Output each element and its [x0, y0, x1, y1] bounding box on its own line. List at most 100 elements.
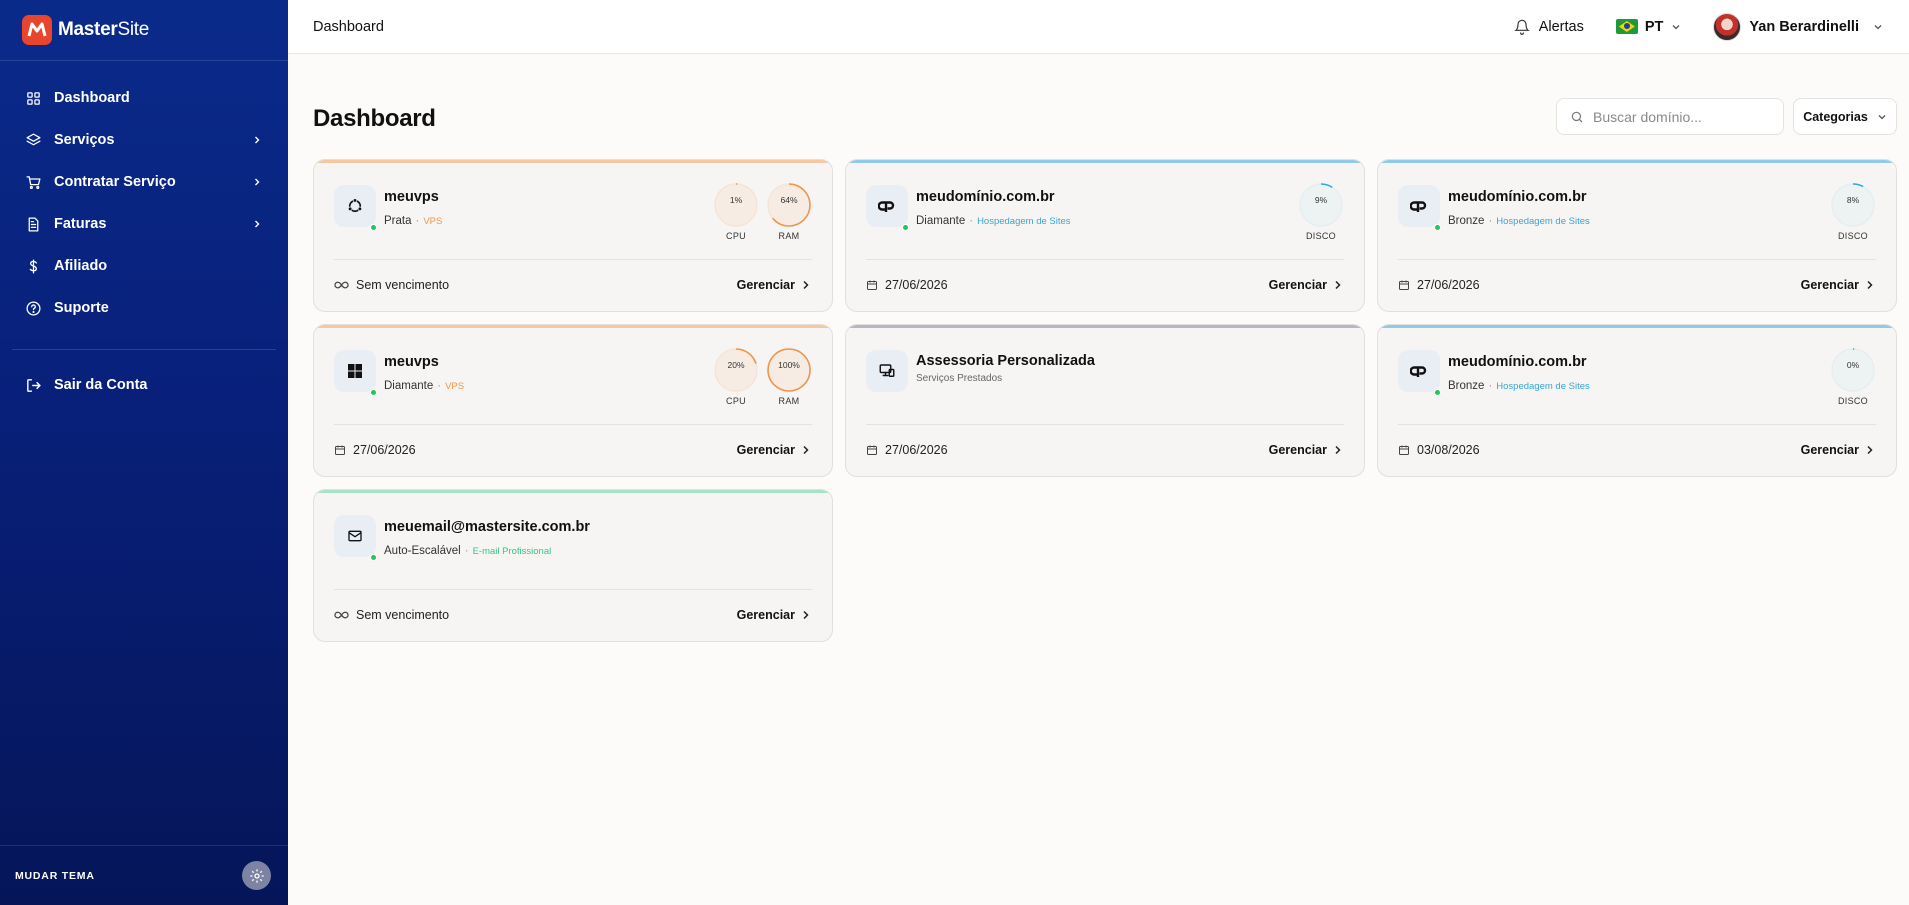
categories-dropdown[interactable]: Categorias: [1793, 98, 1897, 135]
search-input[interactable]: [1593, 108, 1773, 125]
dollar-icon: [24, 257, 42, 275]
page-title: Dashboard: [313, 105, 436, 132]
manage-label: Gerenciar: [736, 278, 795, 292]
expiry-text: Sem vencimento: [356, 608, 450, 622]
alerts-button[interactable]: Alertas: [1513, 18, 1584, 35]
service-icon-box: [1398, 185, 1440, 227]
service-category: Hospedagem de Sites: [1496, 215, 1590, 227]
manage-label: Gerenciar: [1268, 278, 1327, 292]
sidebar-item-suporte[interactable]: Suporte: [0, 287, 288, 329]
sidebar-item-label: Contratar Serviço: [54, 174, 176, 190]
top-bar: Dashboard Alertas PT Yan Berardinelli: [288, 0, 1909, 54]
chevron-right-icon: [1335, 280, 1341, 290]
manage-button[interactable]: Gerenciar: [737, 608, 810, 622]
sidebar-item-dashboard[interactable]: Dashboard: [0, 77, 288, 119]
sidebar-item-label: Suporte: [54, 300, 109, 316]
theme-toggle-button[interactable]: [242, 861, 271, 890]
service-expiry: Sem vencimento: [334, 278, 449, 292]
service-name: meudomínio.com.br: [1448, 354, 1587, 370]
logout-link[interactable]: Sair da Conta: [0, 364, 288, 406]
categories-label: Categorias: [1803, 109, 1868, 124]
manage-button[interactable]: Gerenciar: [1801, 443, 1874, 457]
usage-gauge-disco: 0% DISCO: [1830, 347, 1876, 406]
gauge-label: CPU: [726, 396, 746, 406]
gauge-ring: [1831, 348, 1875, 392]
manage-button[interactable]: Gerenciar: [1269, 278, 1342, 292]
cart-icon: [24, 173, 42, 191]
service-expiry: Sem vencimento: [334, 608, 449, 622]
service-plan: Bronze: [1448, 380, 1485, 392]
sidebar-divider: [12, 349, 276, 350]
gauge-ring: [714, 183, 758, 227]
service-category: VPS: [445, 380, 465, 392]
user-menu[interactable]: Yan Berardinelli: [1713, 12, 1883, 41]
expiry-text: 03/08/2026: [1417, 443, 1480, 457]
service-card: meudomínio.com.br Bronze · Hospedagem de Si…: [1377, 324, 1897, 477]
gauge-value: 0%: [1846, 360, 1860, 370]
manage-label: Gerenciar: [736, 443, 795, 457]
main-content: Dashboard Categorias meuvpsPrata·VPSSem …: [288, 55, 1909, 905]
gauge-label: RAM: [778, 396, 800, 406]
service-name: Assessoria Personalizada: [916, 353, 1095, 369]
service-meta: Diamante · Hospedagem de Sites: [916, 215, 1071, 227]
gear-icon: [249, 868, 264, 883]
chevron-right-icon: [803, 445, 809, 455]
chevron-right-icon: [1867, 445, 1873, 455]
help-icon: [24, 299, 42, 317]
gauge-ring: [1831, 183, 1875, 227]
calendar-icon: [1398, 279, 1417, 291]
service-name: meuvps: [384, 189, 439, 205]
meta-separator: ·: [464, 545, 469, 557]
card-accent: [1378, 325, 1896, 328]
card-divider: [334, 424, 812, 425]
service-name: meudomínio.com.br: [916, 189, 1055, 205]
cpanel-icon: [878, 199, 896, 213]
sidebar-item-label: Afiliado: [54, 258, 108, 274]
service-meta: Diamante · VPS: [384, 380, 464, 392]
card-accent: [314, 325, 832, 328]
calendar-icon: [1398, 444, 1417, 456]
language-selector[interactable]: PT: [1615, 18, 1682, 35]
language-code: PT: [1644, 18, 1664, 35]
service-card: meuemail@mastersite.com.br Auto-Escalável…: [313, 489, 833, 642]
infinity-icon: [334, 280, 356, 290]
sidebar-item-servicos[interactable]: Serviços: [0, 119, 288, 161]
service-meta: Auto-Escalável · E-mail Profissional: [384, 545, 551, 557]
sidebar-item-contratar-servico[interactable]: Contratar Serviço: [0, 161, 288, 203]
sidebar-item-label: Serviços: [54, 132, 115, 148]
status-indicator: [1434, 224, 1441, 231]
card-accent: [846, 325, 1364, 328]
gauge-label: DISCO: [1837, 231, 1868, 241]
service-plan: Bronze: [1448, 215, 1485, 227]
manage-button[interactable]: Gerenciar: [1801, 278, 1874, 292]
service-category: Hospedagem de Sites: [1496, 380, 1590, 392]
logout-label: Sair da Conta: [54, 377, 148, 393]
sidebar-item-afiliado[interactable]: Afiliado: [0, 245, 288, 287]
service-meta: Bronze · Hospedagem de Sites: [1448, 215, 1590, 227]
brand-logo[interactable]: MasterSite: [0, 0, 288, 61]
cpanel-icon: [1410, 199, 1428, 213]
manage-button[interactable]: Gerenciar: [737, 278, 810, 292]
meta-separator: ·: [969, 215, 974, 227]
alerts-label: Alertas: [1538, 18, 1584, 35]
service-plan: Diamante: [384, 380, 434, 392]
meta-separator: ·: [437, 380, 442, 392]
manage-button[interactable]: Gerenciar: [737, 443, 810, 457]
service-plan: Prata: [384, 215, 412, 227]
calendar-icon: [866, 444, 885, 456]
usage-gauge-ram: 64% RAM: [766, 182, 812, 241]
manage-button[interactable]: Gerenciar: [1269, 443, 1342, 457]
sidebar-item-faturas[interactable]: Faturas: [0, 203, 288, 245]
file-icon: [24, 215, 42, 233]
service-icon-box: [334, 350, 376, 392]
usage-gauge-cpu: 20% CPU: [713, 347, 759, 406]
usage-gauge-ram: 100% RAM: [766, 347, 812, 406]
theme-switcher: MUDAR TEMA: [0, 845, 288, 905]
service-category: Hospedagem de Sites: [977, 215, 1071, 227]
gauge-label: DISCO: [1837, 396, 1868, 406]
meta-separator: ·: [415, 215, 420, 227]
mastersite-logo-icon: [22, 15, 52, 45]
chevron-right-icon: [255, 178, 260, 186]
windows-icon: [347, 363, 363, 379]
gauge-ring: [767, 348, 811, 392]
